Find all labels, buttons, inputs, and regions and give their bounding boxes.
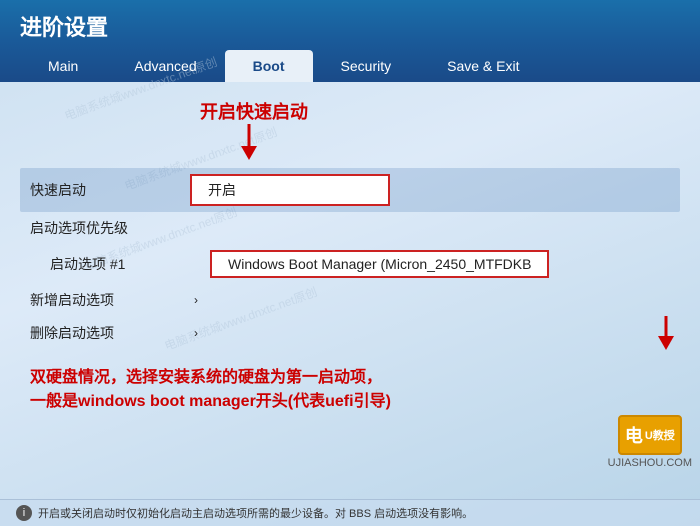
tabs-row: Main Advanced Boot Security Save & Exit xyxy=(20,50,680,82)
add-boot-label: 新增启动选项 xyxy=(30,290,190,310)
down-arrow-2-icon xyxy=(652,316,680,350)
fast-boot-label: 快速启动 xyxy=(30,180,190,200)
menu-row-boot-priority[interactable]: 启动选项优先级 xyxy=(20,212,680,244)
bios-header: 进阶设置 Main Advanced Boot Security Save & … xyxy=(0,0,700,82)
annotation-bottom-line1: 双硬盘情况，选择安装系统的硬盘为第一启动项， xyxy=(30,366,670,390)
arrow-annotation: 开启快速启动 xyxy=(190,96,308,160)
delete-boot-row-container: 删除启动选项 › xyxy=(20,316,680,350)
menu-row-delete-boot[interactable]: 删除启动选项 › xyxy=(20,317,632,349)
tab-boot[interactable]: Boot xyxy=(225,50,313,82)
bios-title: 进阶设置 xyxy=(20,10,680,50)
delete-boot-label: 删除启动选项 xyxy=(30,323,190,343)
tab-security[interactable]: Security xyxy=(313,50,420,82)
boot-option-1-label: 启动选项 #1 xyxy=(50,254,210,274)
menu-section: 快速启动 开启 启动选项优先级 启动选项 #1 Windows Boot Man… xyxy=(20,168,680,350)
down-arrow-icon xyxy=(233,124,265,160)
delete-boot-chevron-icon: › xyxy=(194,326,198,340)
annotation-bottom-line2: 一般是windows boot manager开头(代表uefi引导) xyxy=(30,390,670,414)
bios-container: 电脑系统城www.dnxtc.net原创 电脑系统城www.dnxtc.net原… xyxy=(0,0,700,526)
annotation-bottom: 双硬盘情况，选择安装系统的硬盘为第一启动项， 一般是windows boot m… xyxy=(20,360,680,420)
boot-option-1-value-box: Windows Boot Manager (Micron_2450_MTFDKB xyxy=(210,250,549,278)
boot-priority-label: 启动选项优先级 xyxy=(30,218,190,238)
corner-logo-box: 电 U教授 xyxy=(618,415,682,455)
info-bar: i 开启或关闭启动时仅初始化启动主启动选项所需的最少设备。对 BBS 启动选项没… xyxy=(0,499,700,526)
menu-row-add-boot[interactable]: 新增启动选项 › xyxy=(20,284,680,316)
tab-save-exit[interactable]: Save & Exit xyxy=(419,50,547,82)
arrow2-annotation xyxy=(652,316,680,350)
corner-logo-site: UJIASHOU.COM xyxy=(608,457,692,469)
bios-content: 开启快速启动 快速启动 开启 启动选项优先级 启动选 xyxy=(0,82,700,499)
tab-advanced[interactable]: Advanced xyxy=(106,50,224,82)
fast-boot-value-box: 开启 xyxy=(190,174,390,206)
tab-main[interactable]: Main xyxy=(20,50,106,82)
menu-row-boot-option-1[interactable]: 启动选项 #1 Windows Boot Manager (Micron_245… xyxy=(20,244,680,284)
corner-logo-sub: U教授 xyxy=(645,427,675,443)
add-boot-chevron-icon: › xyxy=(194,293,198,307)
info-icon: i xyxy=(16,505,32,521)
corner-logo-icon: 电 xyxy=(625,422,643,448)
menu-row-fast-boot[interactable]: 快速启动 开启 xyxy=(20,168,680,212)
info-bar-text: 开启或关闭启动时仅初始化启动主启动选项所需的最少设备。对 BBS 启动选项没有影… xyxy=(38,505,473,521)
corner-logo: 电 U教授 UJIASHOU.COM xyxy=(608,415,692,469)
boot-option-1-value: Windows Boot Manager (Micron_2450_MTFDKB xyxy=(210,250,670,278)
fast-boot-value: 开启 xyxy=(190,174,670,206)
annotation-top-area: 开启快速启动 xyxy=(20,96,680,160)
annotation-top-text: 开启快速启动 xyxy=(200,98,308,124)
